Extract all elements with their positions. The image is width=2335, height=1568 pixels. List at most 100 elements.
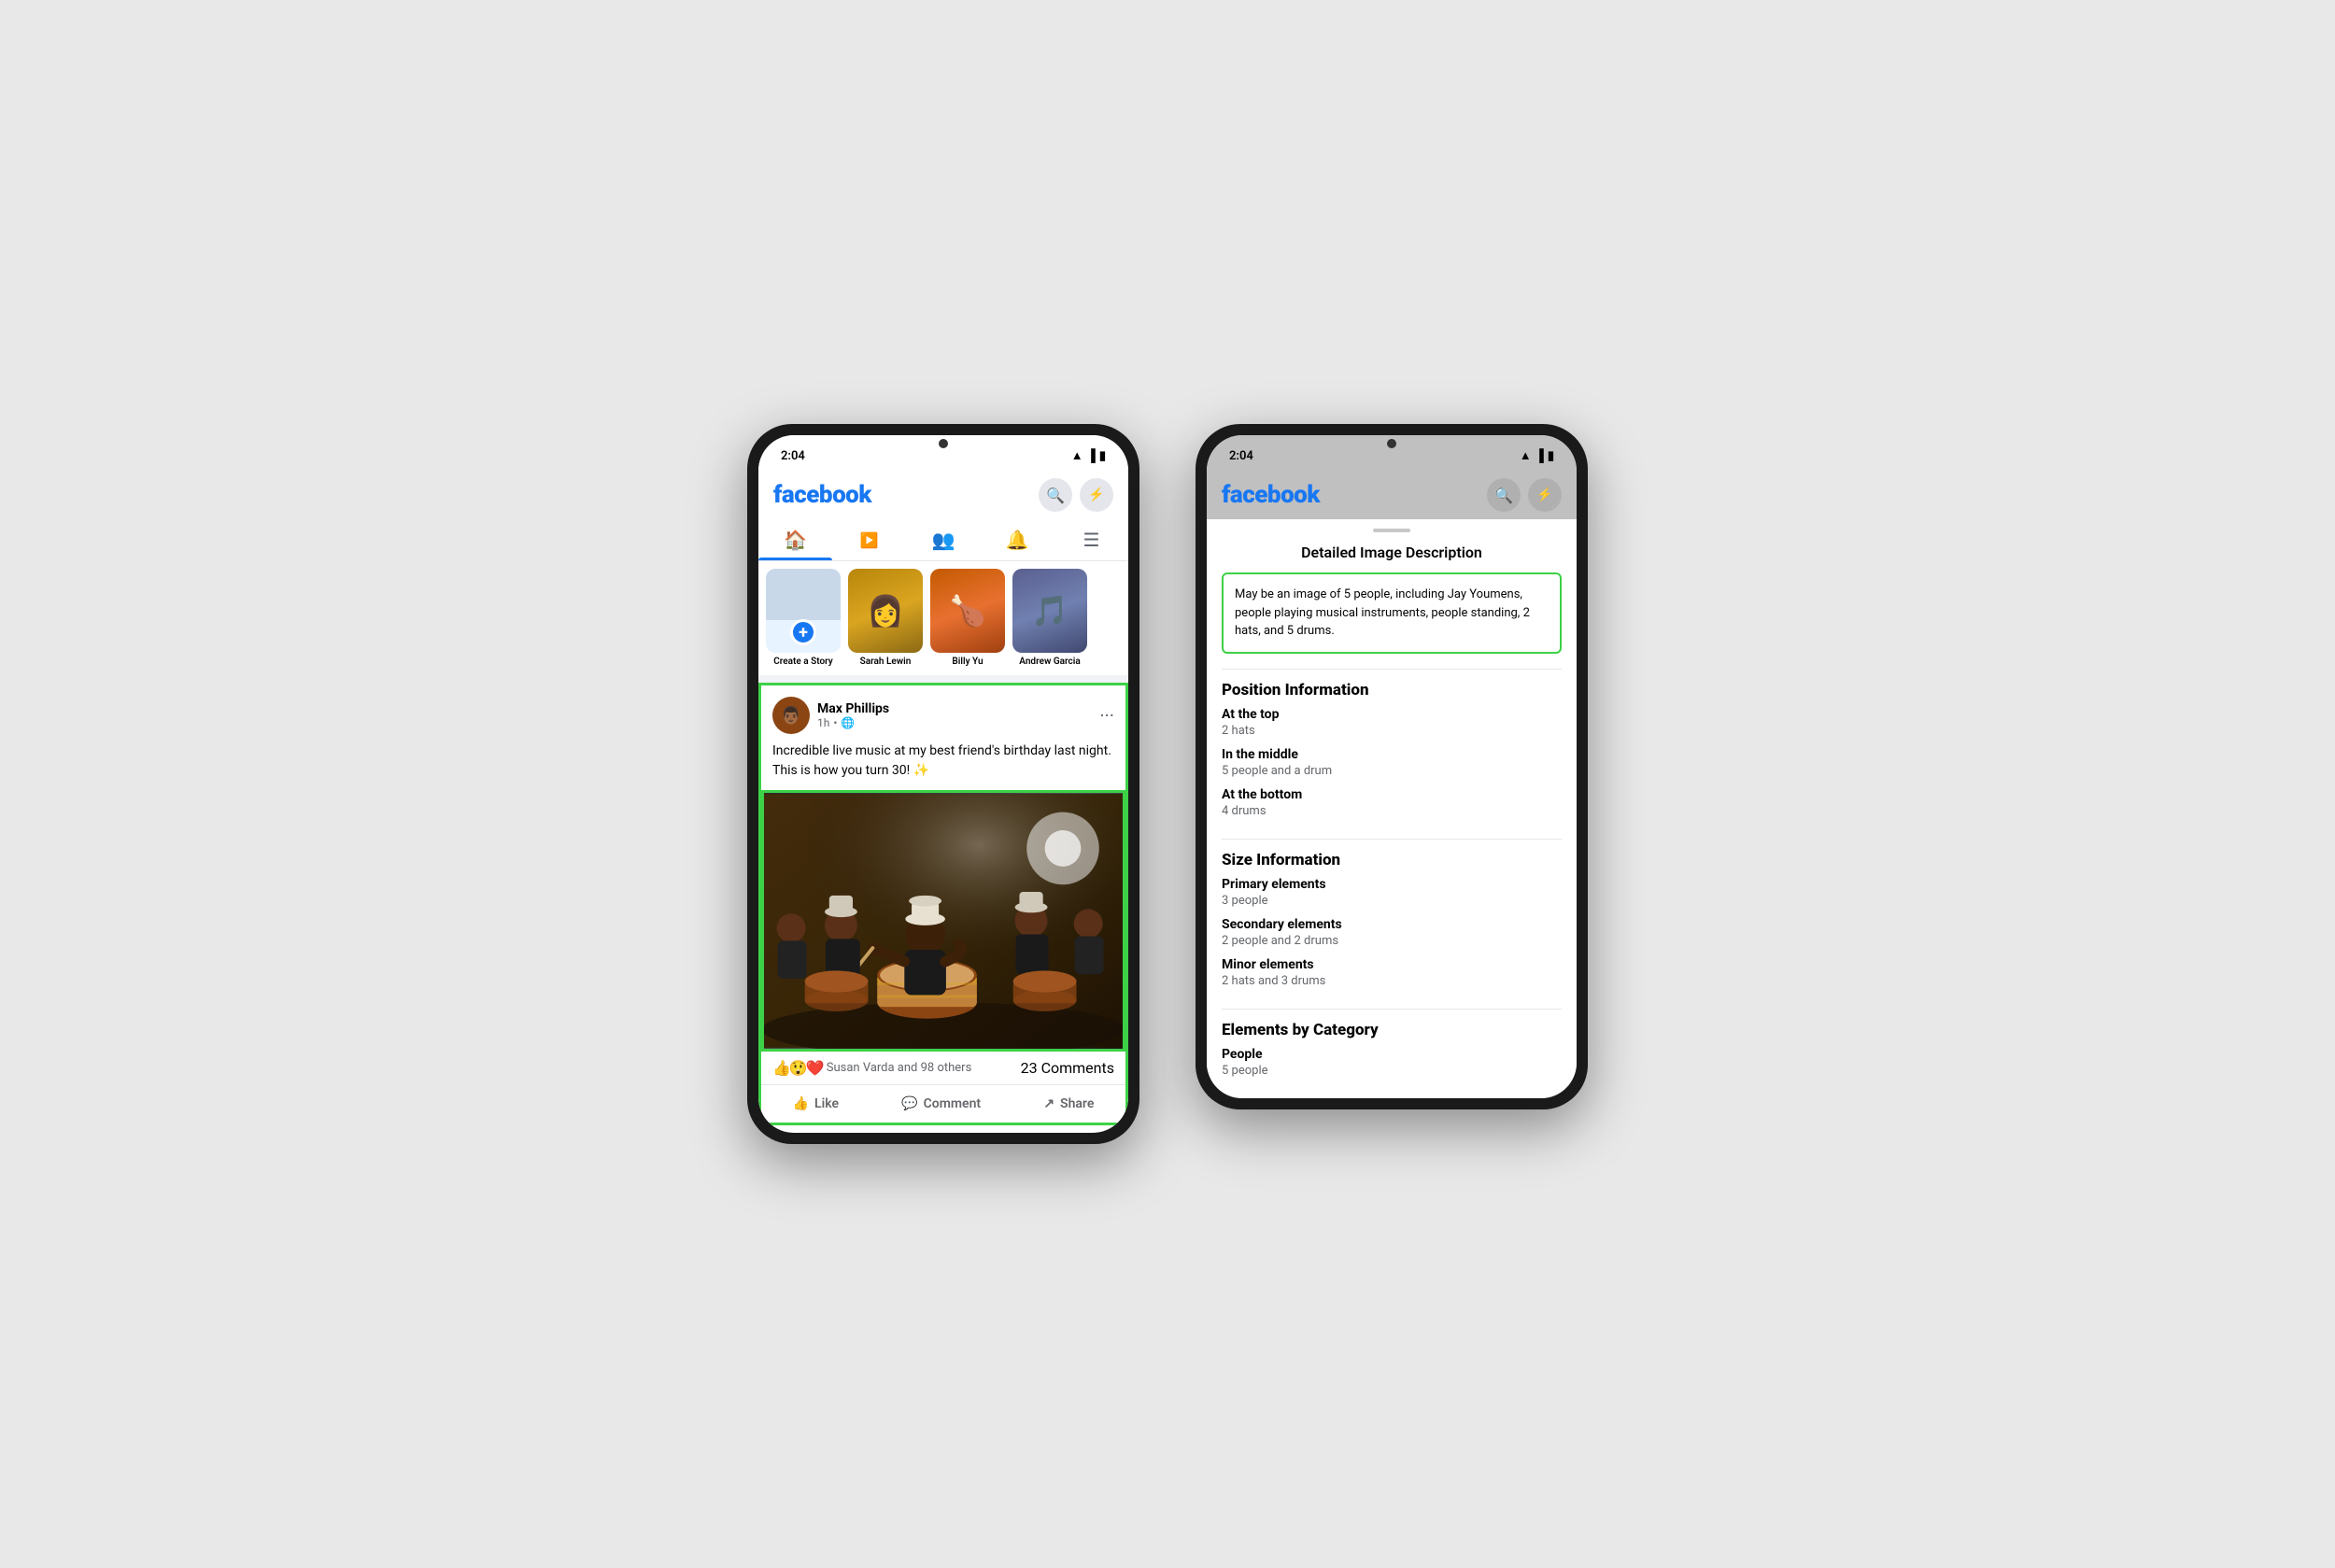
story-person-andrew: 🎵 (1012, 569, 1087, 653)
position-section-title: Position Information (1222, 681, 1562, 699)
story-name-sarah: Sarah Lewin (848, 657, 923, 667)
post-card: 👨🏾 Max Phillips 1h • 🌐 ··· Incredible li… (758, 683, 1128, 1125)
wow-emoji: 😲 (789, 1059, 808, 1077)
story-item-billy[interactable]: 🍗 Billy Yu (930, 569, 1005, 668)
messenger-icon-1: ⚡ (1088, 487, 1104, 502)
create-story-item[interactable]: + Create a Story (766, 569, 841, 668)
story-thumb-sarah: 👩 (848, 569, 923, 653)
phone-camera (939, 439, 948, 448)
post-image-svg (764, 793, 1123, 1049)
post-avatar: 👨🏾 (772, 697, 810, 734)
status-time-1: 2:04 (781, 449, 805, 463)
size-secondary-value: 2 people and 2 drums (1222, 934, 1562, 948)
messenger-icon-2: ⚡ (1536, 487, 1552, 502)
phone-1: 2:04 ▲ ▐ ▮ facebook 🔍 ⚡ (747, 424, 1139, 1144)
create-story-label: Create a Story (773, 657, 833, 668)
signal-icon-2: ▐ (1535, 448, 1544, 463)
tab-notifications[interactable]: 🔔 (981, 519, 1054, 560)
create-story-icon: + (766, 569, 841, 653)
phone-camera-2 (1387, 439, 1396, 448)
story-thumb-andrew: 🎵 (1012, 569, 1087, 653)
post-time: 1h • 🌐 (817, 716, 1099, 729)
story-name-billy: Billy Yu (930, 657, 1005, 667)
post-globe-icon: 🌐 (841, 716, 855, 729)
category-section: Elements by Category People 5 people (1207, 1010, 1577, 1098)
modal-handle[interactable] (1373, 529, 1410, 532)
search-icon-1: 🔍 (1046, 487, 1065, 504)
category-section-title: Elements by Category (1222, 1021, 1562, 1039)
comment-label: Comment (924, 1096, 981, 1111)
story-person-billy: 🍗 (930, 569, 1005, 653)
size-item-primary: Primary elements 3 people (1222, 877, 1562, 908)
fb-logo-2: facebook (1222, 481, 1320, 509)
messenger-button-1[interactable]: ⚡ (1080, 478, 1113, 512)
position-bottom-label: At the bottom (1222, 787, 1562, 802)
story-item-andrew[interactable]: 🎵 Andrew Garcia (1012, 569, 1087, 668)
position-bottom-value: 4 drums (1222, 804, 1562, 818)
like-label: Like (814, 1096, 839, 1111)
size-primary-label: Primary elements (1222, 877, 1562, 892)
fb-logo-1: facebook (773, 481, 871, 509)
description-box: May be an image of 5 people, including J… (1222, 572, 1562, 654)
post-actions: 👍 Like 💬 Comment ↗ Share (761, 1085, 1125, 1123)
size-item-secondary: Secondary elements 2 people and 2 drums (1222, 917, 1562, 948)
reaction-emojis: 👍 😲 ❤️ (772, 1059, 823, 1077)
detail-modal: Detailed Image Description May be an ima… (1207, 529, 1577, 1098)
tab-groups[interactable]: 👥 (906, 519, 980, 560)
size-section-title: Size Information (1222, 851, 1562, 869)
search-button-1[interactable]: 🔍 (1039, 478, 1072, 512)
reactions-left: 👍 😲 ❤️ Susan Varda and 98 others (772, 1059, 971, 1077)
comment-icon: 💬 (901, 1096, 917, 1111)
battery-icon-2: ▮ (1548, 449, 1554, 463)
nav-tabs-1: 🏠 ▶️ 👥 🔔 ☰ (758, 519, 1128, 561)
search-icon-2: 🔍 (1494, 487, 1513, 504)
post-image (761, 790, 1125, 1052)
post-reactions: 👍 😲 ❤️ Susan Varda and 98 others 23 Comm… (761, 1052, 1125, 1085)
post-author[interactable]: Max Phillips (817, 701, 1099, 716)
comment-button[interactable]: 💬 Comment (886, 1089, 996, 1119)
modal-title: Detailed Image Description (1207, 544, 1577, 572)
position-item-top: At the top 2 hats (1222, 707, 1562, 738)
tab-home[interactable]: 🏠 (758, 519, 832, 560)
fb-header-1: facebook 🔍 ⚡ (758, 471, 1128, 519)
size-secondary-label: Secondary elements (1222, 917, 1562, 932)
size-item-minor: Minor elements 2 hats and 3 drums (1222, 957, 1562, 988)
video-icon: ▶️ (860, 531, 879, 549)
post-meta: Max Phillips 1h • 🌐 (817, 701, 1099, 729)
avatar-emoji: 👨🏾 (781, 706, 801, 726)
share-button[interactable]: ↗ Share (1028, 1089, 1109, 1119)
story-thumb-billy: 🍗 (930, 569, 1005, 653)
comments-count: 23 Comments (1021, 1059, 1114, 1077)
story-name-andrew: Andrew Garcia (1012, 657, 1087, 667)
messenger-button-2[interactable]: ⚡ (1528, 478, 1562, 512)
post-text: Incredible live music at my best friend'… (761, 742, 1125, 790)
phones-container: 2:04 ▲ ▐ ▮ facebook 🔍 ⚡ (747, 424, 1588, 1144)
fb-header-2: facebook 🔍 ⚡ (1207, 471, 1577, 519)
post-time-text: 1h (817, 716, 829, 729)
wifi-icon: ▲ (1071, 448, 1083, 463)
position-section: Position Information At the top 2 hats I… (1207, 670, 1577, 839)
size-primary-value: 3 people (1222, 894, 1562, 908)
position-middle-value: 5 people and a drum (1222, 764, 1562, 778)
notifications-icon: 🔔 (1006, 529, 1029, 551)
size-minor-label: Minor elements (1222, 957, 1562, 972)
thumbs-up-emoji: 👍 (772, 1059, 791, 1077)
phone-notch-2 (1336, 424, 1448, 431)
category-people-label: People (1222, 1047, 1562, 1062)
tab-video[interactable]: ▶️ (832, 519, 906, 560)
search-button-2[interactable]: 🔍 (1487, 478, 1521, 512)
like-button[interactable]: 👍 Like (778, 1089, 854, 1119)
phone-1-screen: 2:04 ▲ ▐ ▮ facebook 🔍 ⚡ (758, 435, 1128, 1133)
create-story-bg (766, 569, 841, 620)
post-privacy-dot: • (833, 716, 837, 729)
post-header: 👨🏾 Max Phillips 1h • 🌐 ··· (761, 685, 1125, 742)
menu-icon: ☰ (1083, 529, 1099, 551)
story-item-sarah[interactable]: 👩 Sarah Lewin (848, 569, 923, 668)
home-icon: 🏠 (784, 529, 807, 551)
post-more-button[interactable]: ··· (1099, 704, 1114, 727)
position-item-bottom: At the bottom 4 drums (1222, 787, 1562, 818)
like-icon: 👍 (793, 1096, 809, 1111)
position-top-label: At the top (1222, 707, 1562, 722)
status-time-2: 2:04 (1229, 449, 1253, 463)
tab-menu[interactable]: ☰ (1054, 519, 1128, 560)
